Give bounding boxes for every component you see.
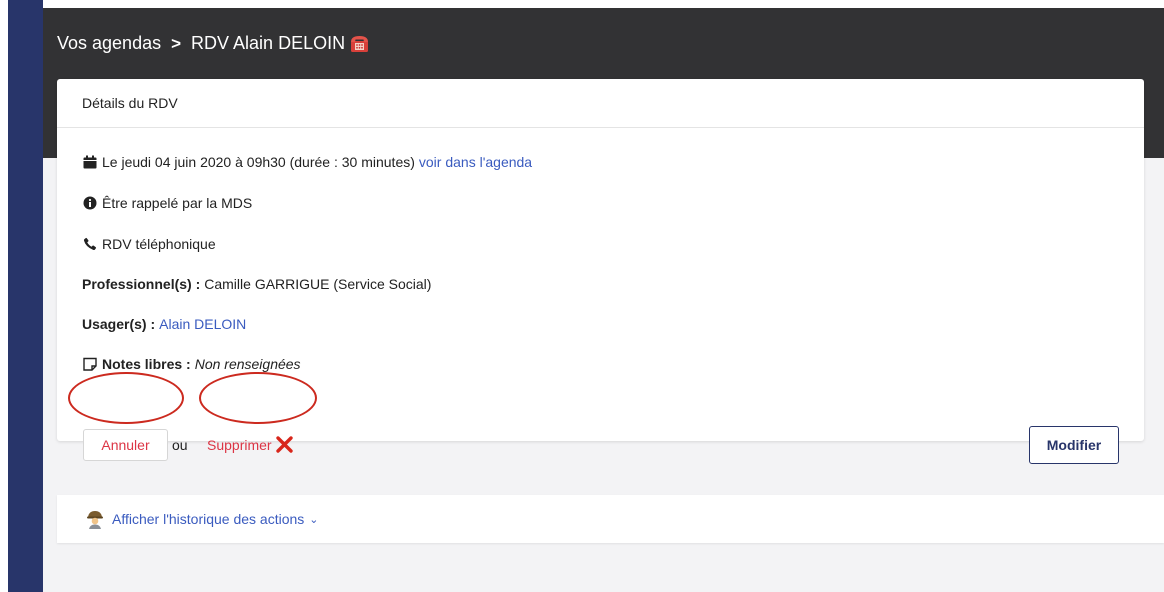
- chevron-down-icon: ⌄: [309, 513, 319, 526]
- rdv-datetime-row: Le jeudi 04 juin 2020 à 09h30 (durée : 3…: [82, 154, 532, 170]
- detective-icon: [85, 509, 105, 529]
- professionals-value: Camille GARRIGUE (Service Social): [204, 276, 432, 292]
- or-text: ou: [172, 437, 188, 453]
- breadcrumb-root-link[interactable]: Vos agendas: [57, 33, 161, 54]
- annotation-circle-delete: [199, 372, 317, 424]
- rdv-motif: Être rappelé par la MDS: [102, 195, 253, 211]
- professionals-row: Professionnel(s) : Camille GARRIGUE (Ser…: [82, 276, 431, 292]
- history-section: Afficher l'historique des actions ⌄: [57, 495, 1164, 543]
- notes-label: Notes libres :: [102, 356, 191, 372]
- rdv-location: RDV téléphonique: [102, 236, 216, 252]
- sticky-note-icon: [82, 357, 97, 372]
- rdv-datetime: Le jeudi 04 juin 2020 à 09h30 (durée : 3…: [102, 154, 415, 170]
- breadcrumb: Vos agendas > RDV Alain DELOIN: [57, 33, 369, 54]
- annotation-circle-cancel: [68, 372, 184, 424]
- show-history-link[interactable]: Afficher l'historique des actions: [112, 511, 304, 527]
- telephone-icon: [350, 34, 369, 53]
- delete-button[interactable]: Supprimer: [207, 435, 294, 454]
- users-label: Usager(s) :: [82, 316, 156, 332]
- left-margin: [0, 0, 8, 592]
- sidebar: [8, 0, 43, 592]
- professionals-label: Professionnel(s) :: [82, 276, 201, 292]
- top-margin: [43, 0, 1164, 8]
- notes-row: Notes libres : Non renseignées: [82, 356, 301, 372]
- info-circle-icon: [82, 196, 97, 211]
- breadcrumb-separator: >: [171, 33, 182, 53]
- delete-label: Supprimer: [207, 436, 272, 453]
- breadcrumb-current: RDV Alain DELOIN: [191, 33, 346, 53]
- view-in-agenda-link[interactable]: voir dans l'agenda: [419, 154, 532, 170]
- phone-icon: [82, 237, 97, 252]
- cancel-button[interactable]: Annuler: [83, 429, 168, 461]
- edit-button[interactable]: Modifier: [1029, 426, 1119, 464]
- rdv-location-row: RDV téléphonique: [82, 236, 216, 252]
- card-title: Détails du RDV: [57, 79, 1144, 128]
- notes-value: Non renseignées: [194, 356, 301, 372]
- red-cross-icon: [275, 435, 294, 454]
- users-row: Usager(s) : Alain DELOIN: [82, 316, 246, 332]
- rdv-motif-row: Être rappelé par la MDS: [82, 195, 252, 211]
- user-link[interactable]: Alain DELOIN: [159, 316, 246, 332]
- calendar-icon: [82, 155, 97, 170]
